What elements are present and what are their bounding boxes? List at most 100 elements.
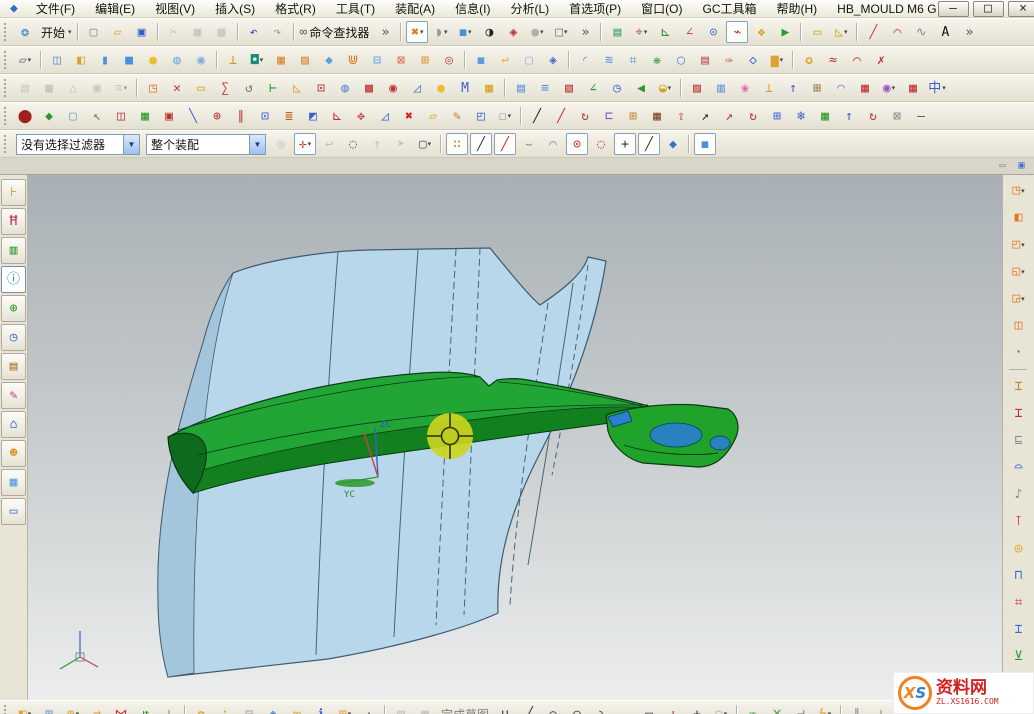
shaded-with-edges-button[interactable]: ◼▾ — [454, 21, 476, 43]
mirror-assembly-button[interactable]: ⋈ — [110, 703, 132, 714]
assembly-constraint-button[interactable]: ⊥ — [158, 703, 180, 714]
display-mode-button[interactable]: ◗▾ — [430, 21, 452, 43]
curve-analysis-button[interactable]: ↺ — [238, 77, 260, 99]
sketch-circle-button[interactable]: ○ — [566, 703, 588, 714]
slide-lifter-button[interactable]: ⊻ — [1006, 644, 1032, 669]
menu-window[interactable]: 窗口(O) — [632, 0, 691, 17]
quick-extend-button[interactable]: ⋎ — [766, 703, 788, 714]
arrow-red-button[interactable]: ↗ — [718, 105, 740, 127]
offset-curve-button[interactable]: ◌▾ — [710, 703, 732, 714]
snap-quadrant-button[interactable]: ◌ — [590, 133, 612, 155]
diagonal-box-button[interactable]: ◩ — [302, 105, 324, 127]
mw-initialize-project-button[interactable]: ◳▾ — [1006, 178, 1032, 203]
chevron-down-icon[interactable]: ▾ — [76, 710, 80, 714]
vector-button[interactable]: ↑ — [782, 77, 804, 99]
arrow-line-button[interactable]: ↗ — [694, 105, 716, 127]
constraint-navigator-tab[interactable]: Ħ — [1, 208, 26, 235]
snap-pole-button[interactable]: ⌣ — [518, 133, 540, 155]
spline-button[interactable]: ∿ — [910, 21, 932, 43]
toolbar-grip[interactable] — [4, 51, 9, 69]
hourglass-button[interactable]: ◒▾ — [654, 77, 676, 99]
open-file-button[interactable]: ▱ — [107, 21, 129, 43]
information-list-button[interactable]: ▤ — [510, 77, 532, 99]
sphere-map-button[interactable]: ◉▾ — [878, 77, 900, 99]
snap-midpoint-button[interactable]: ╱ — [494, 133, 516, 155]
studio-point-button[interactable]: ✛ — [662, 703, 684, 714]
bounded-plane-button[interactable]: ▢ — [518, 49, 540, 71]
component-array-button[interactable]: ∴ — [214, 703, 236, 714]
chevron-down-icon[interactable]: ▾ — [444, 28, 448, 36]
exploded-view-button[interactable]: ⊞▾ — [334, 703, 356, 714]
vector-k-button[interactable]: ⊾ — [326, 105, 348, 127]
move-object-button[interactable]: ▢ — [62, 105, 84, 127]
box-x-button[interactable]: ⊠ — [886, 105, 908, 127]
offset-surface-button[interactable]: ✪ — [798, 49, 820, 71]
layer-settings-button[interactable]: ▧ — [558, 77, 580, 99]
start-button[interactable]: 开始▾ — [38, 21, 73, 43]
snap-point-button[interactable]: ∷ — [446, 133, 468, 155]
overflow-more[interactable]: » — [374, 21, 396, 43]
color-palette-button[interactable]: ▦ — [134, 105, 156, 127]
angle-info-button[interactable]: ∠ — [582, 77, 604, 99]
project-curve-button[interactable]: ⌒ — [846, 49, 868, 71]
angle-analysis-button[interactable]: ◺ — [286, 77, 308, 99]
toolbar-grip[interactable] — [4, 705, 9, 714]
play-button[interactable]: ▶ — [774, 21, 796, 43]
chamfer-button[interactable]: ◟ — [614, 703, 636, 714]
rectangle-button[interactable]: ▭ — [638, 703, 660, 714]
delete-face-button[interactable]: ▣ — [158, 105, 180, 127]
move-up-button[interactable]: ⇧ — [670, 105, 692, 127]
center-box-button[interactable]: ⊡ — [254, 105, 276, 127]
chevron-down-icon[interactable]: ▾ — [68, 28, 72, 36]
sphere-button[interactable]: ● — [142, 49, 164, 71]
annotation-button[interactable]: ⊡ — [310, 77, 332, 99]
angle-box-button[interactable]: ◿ — [374, 105, 396, 127]
menu-tools[interactable]: 工具(T) — [327, 0, 384, 17]
transform-button[interactable]: ✥ — [350, 105, 372, 127]
section-surface-button[interactable]: ▤ — [694, 49, 716, 71]
menu-gc-toolbox[interactable]: GC工具箱 — [693, 0, 765, 17]
chevron-down-icon[interactable]: ▼ — [249, 135, 265, 154]
measure-angle-button[interactable]: ◺▾ — [830, 21, 852, 43]
chevron-down-icon[interactable]: ▾ — [942, 84, 946, 92]
highlight-lines-button[interactable]: ◉ — [382, 77, 404, 99]
menu-view[interactable]: 视图(V) — [146, 0, 204, 17]
petal-analysis-button[interactable]: ❀ — [734, 77, 756, 99]
chevron-down-icon[interactable]: ▾ — [828, 710, 832, 714]
cylinder-button[interactable]: ▮ — [94, 49, 116, 71]
wcs-orient-button[interactable]: ⊾ — [654, 21, 676, 43]
snap-face-button[interactable]: ◆ — [662, 133, 684, 155]
history-tab[interactable]: ◷ — [1, 324, 26, 351]
electrode-design-button[interactable]: ⌶ — [1006, 401, 1032, 426]
reuse-library-tab[interactable]: ⊕ — [1, 295, 26, 322]
wireframe-button[interactable]: ●▾ — [526, 21, 548, 43]
chevron-down-icon[interactable]: ▾ — [508, 112, 512, 120]
process-studio-tab[interactable]: ⌂ — [1, 411, 26, 438]
assembly-sequence-button[interactable]: ⇵ — [134, 703, 156, 714]
sketch-arc-button[interactable]: ⌒ — [542, 703, 564, 714]
menu-edit[interactable]: 编辑(E) — [86, 0, 144, 17]
dynamic-csys-button[interactable]: ⌖▾ — [630, 21, 652, 43]
app-icon[interactable]: ◆ — [3, 0, 25, 17]
chevron-down-icon[interactable]: ▾ — [348, 710, 352, 714]
model-canvas[interactable]: ZC YC — [28, 175, 1002, 700]
curtain-surface-button[interactable]: ▆▾ — [766, 49, 788, 71]
guide-pillar-button[interactable]: ⌶ — [1006, 617, 1032, 642]
layer-stack-button[interactable]: ≣ — [278, 105, 300, 127]
system-materials-tab[interactable]: ▤ — [1, 353, 26, 380]
geometric-constraints-button[interactable]: ∥ — [846, 703, 868, 714]
overflow-more[interactable]: – — [910, 105, 932, 127]
overflow-more[interactable]: » — [958, 21, 980, 43]
suppress-component-button[interactable]: ⊟ — [238, 703, 260, 714]
calculator-button[interactable]: ▦ — [478, 77, 500, 99]
close-button[interactable]: × — [1008, 1, 1034, 17]
line-style-button[interactable]: ╲ — [182, 105, 204, 127]
point-target-button[interactable]: ⊕ — [206, 105, 228, 127]
pillar-button[interactable]: 中▾ — [926, 77, 948, 99]
cleanup-button[interactable]: ✎ — [446, 105, 468, 127]
save-button[interactable]: ▣ — [131, 21, 153, 43]
chevron-down-icon[interactable]: ▾ — [124, 84, 128, 92]
extrude-button[interactable]: ◼ — [470, 49, 492, 71]
mw-workpiece-button[interactable]: ◱▾ — [1006, 259, 1032, 284]
wcs-rotate-button[interactable]: ∠ — [678, 21, 700, 43]
